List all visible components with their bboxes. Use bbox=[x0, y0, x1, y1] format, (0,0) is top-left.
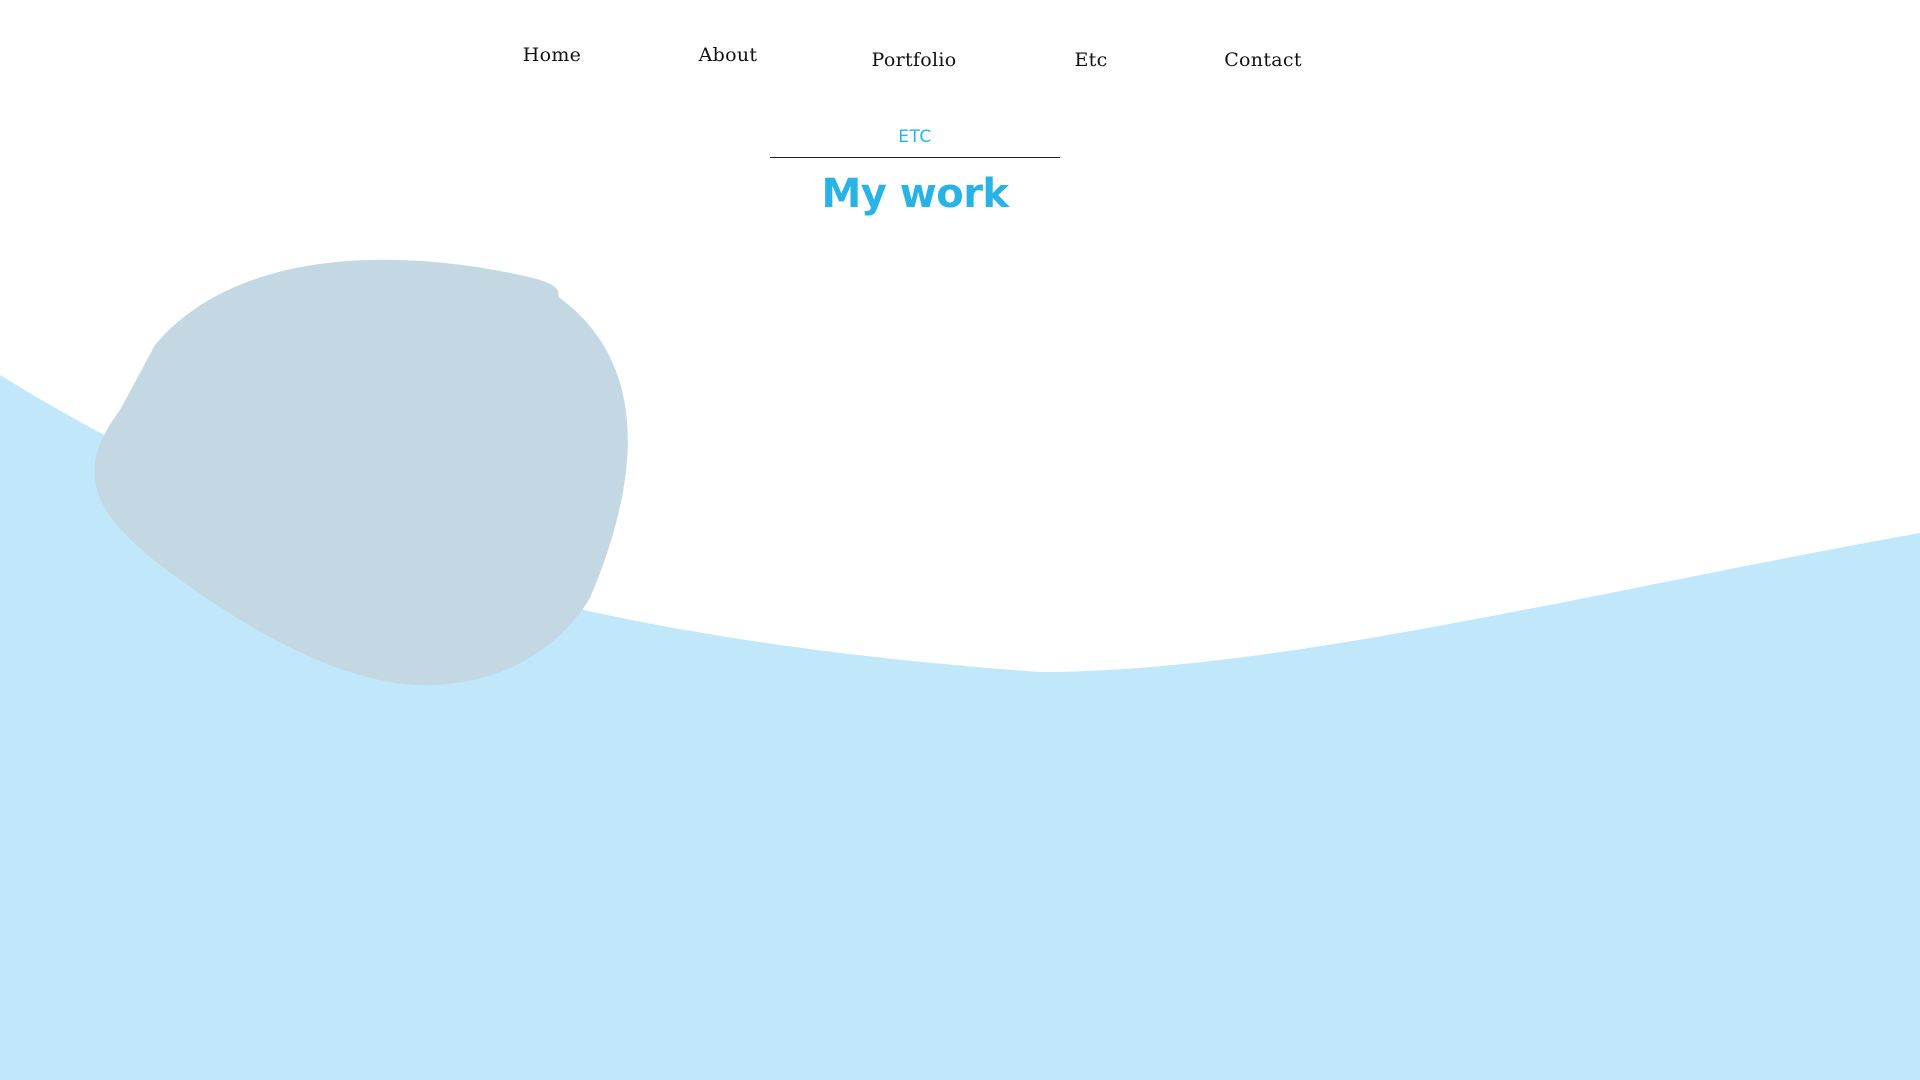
section-eyebrow: ETC bbox=[898, 127, 932, 147]
nav-etc-link[interactable]: Etc bbox=[1074, 49, 1107, 71]
section-title: My work bbox=[821, 171, 1009, 217]
nav-portfolio-link[interactable]: Portfolio bbox=[872, 49, 957, 71]
nav-contact-link[interactable]: Contact bbox=[1224, 49, 1302, 71]
page: Home About Portfolio Etc Contact ETC My … bbox=[0, 0, 1920, 1080]
main-nav: Home About Portfolio Etc Contact bbox=[0, 0, 1920, 100]
section-header: ETC My work bbox=[770, 125, 1060, 218]
nav-about-link[interactable]: About bbox=[699, 44, 758, 66]
section-divider bbox=[770, 157, 1060, 158]
nav-home-link[interactable]: Home bbox=[523, 44, 581, 66]
